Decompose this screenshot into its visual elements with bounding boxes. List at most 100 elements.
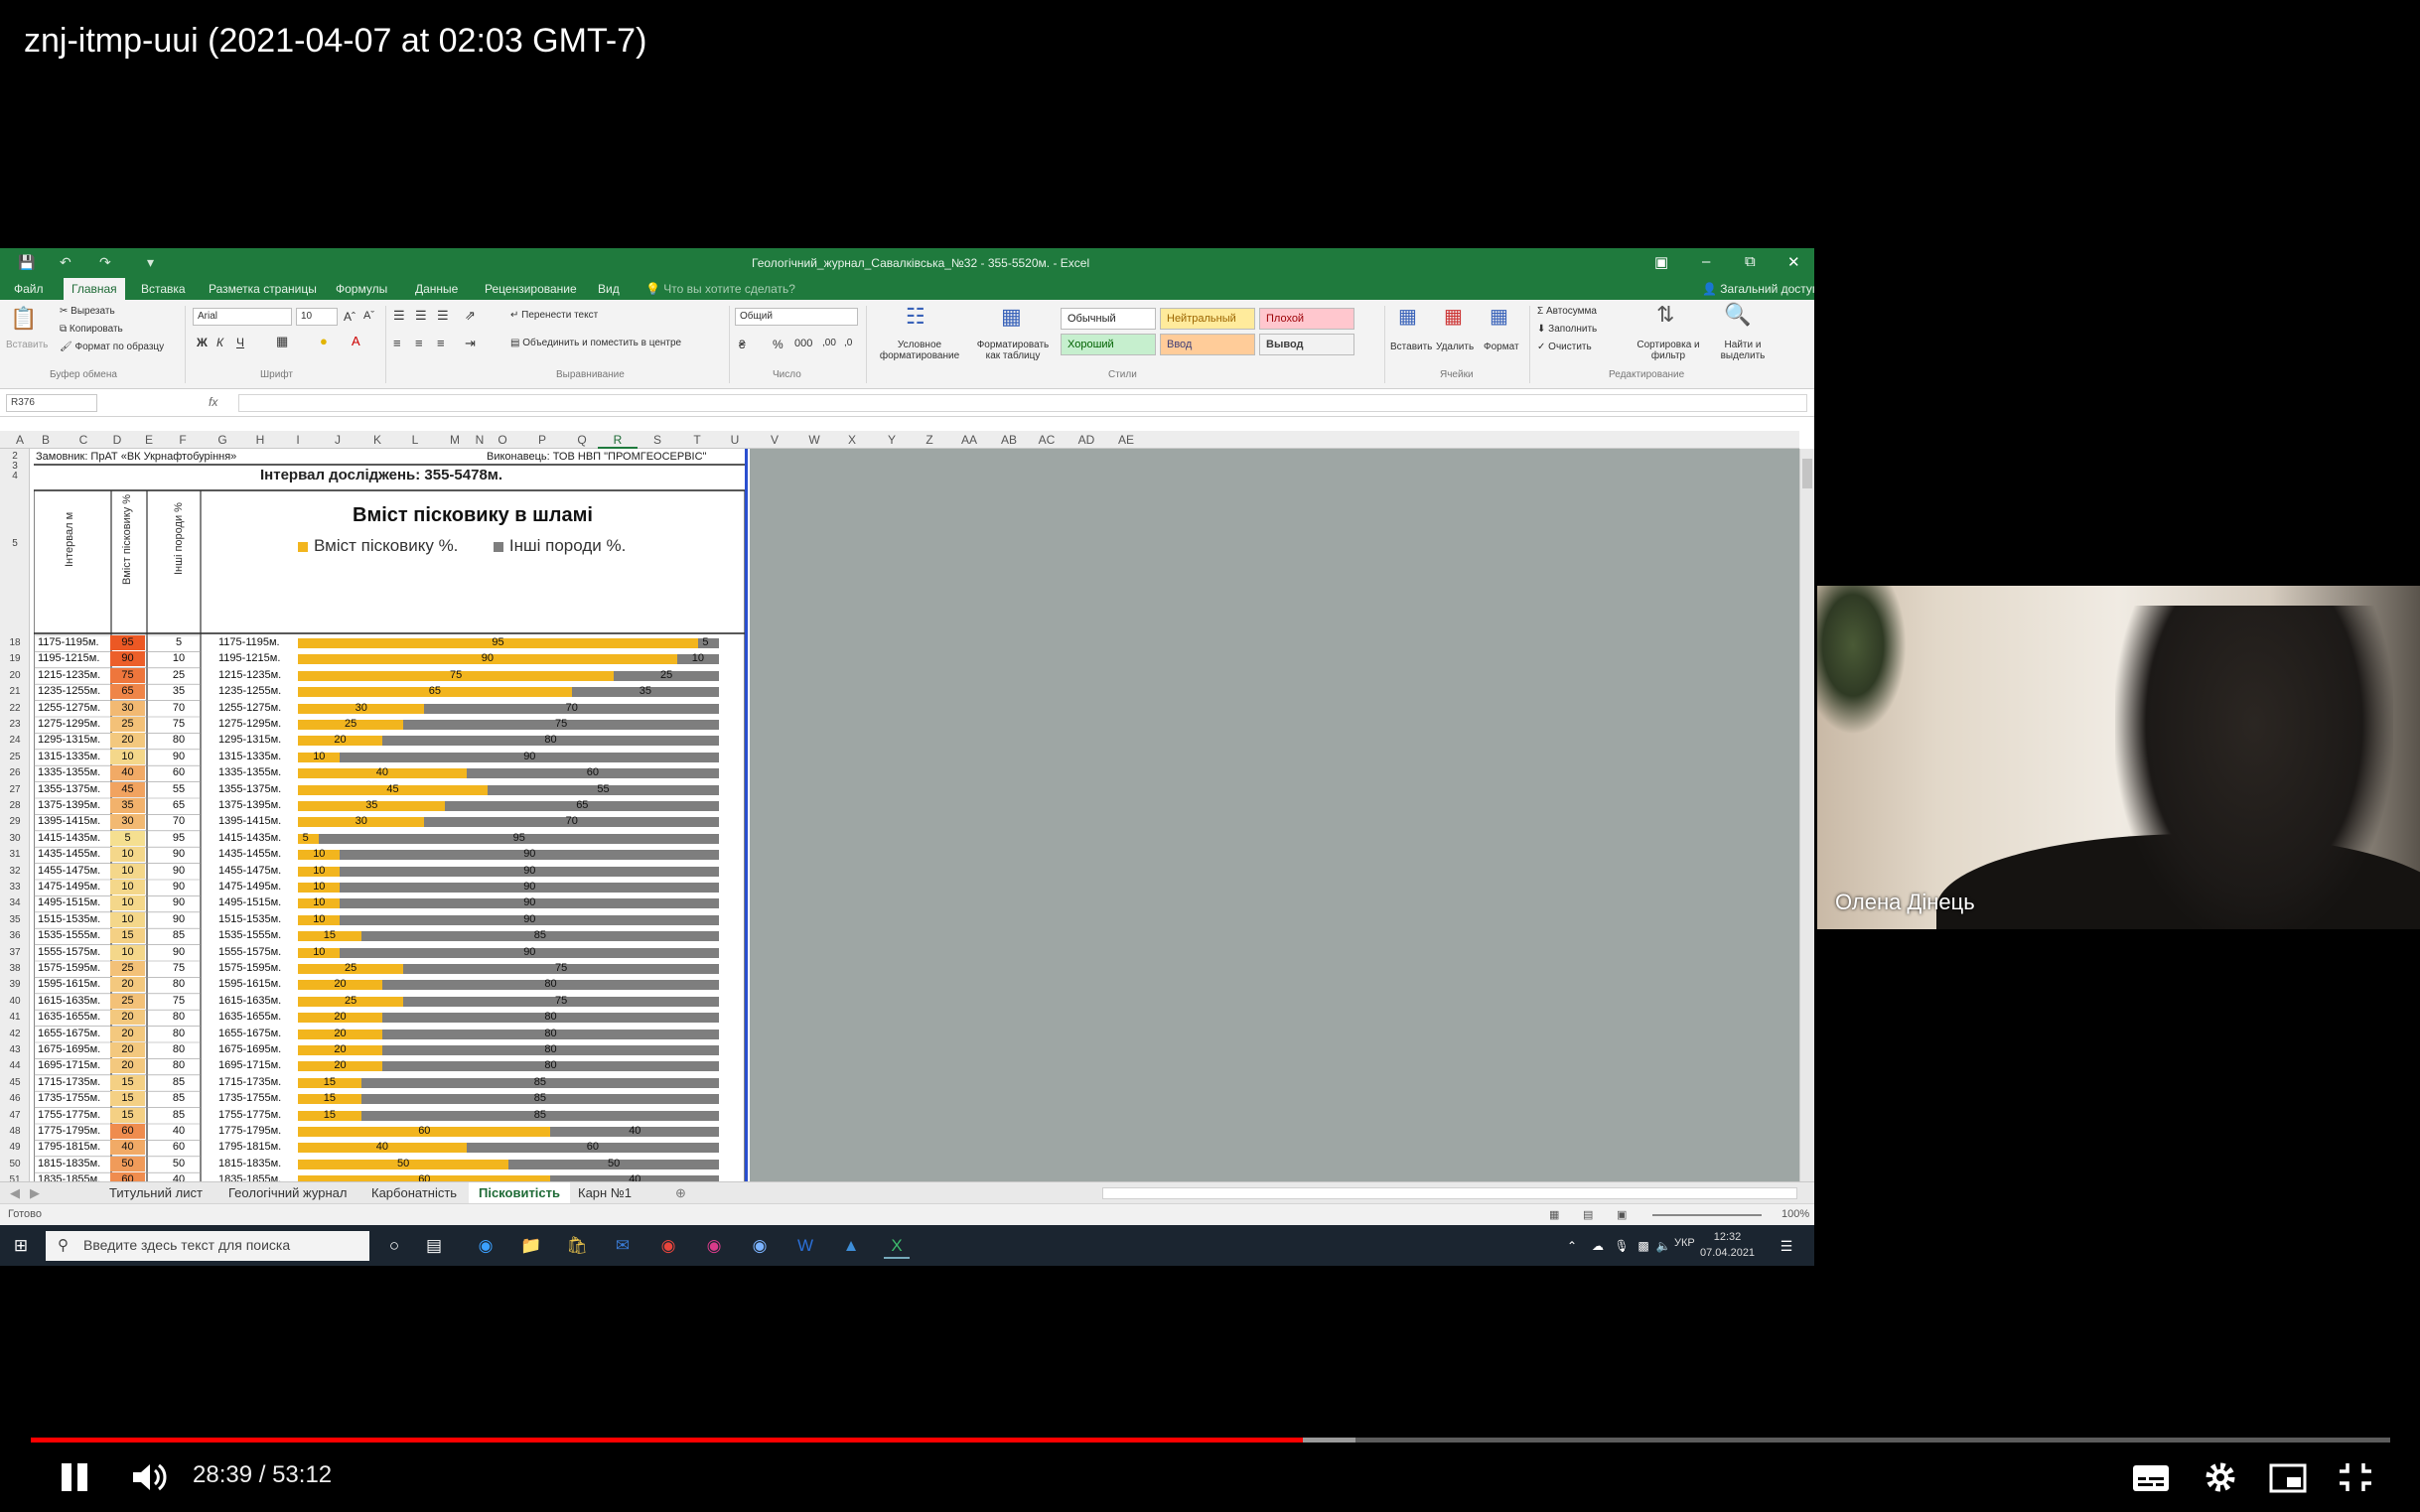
save-icon[interactable]: 💾 [18,254,35,271]
copy-button[interactable]: ⧉ Копировать [60,324,123,335]
fill-button[interactable]: ⬇ Заполнить [1537,324,1597,335]
sand-percent-cell[interactable]: 10 [110,749,145,764]
conditional-format-icon[interactable]: ☷ [906,304,925,330]
style-bad[interactable]: Плохой [1259,308,1354,330]
other-percent-cell[interactable]: 25 [163,669,195,681]
column-header-i[interactable]: I [278,433,318,447]
decrease-decimal-icon[interactable]: ,0 [844,338,852,348]
notifications-icon[interactable]: ☰ [1774,1233,1799,1259]
view-pagebreak-icon[interactable]: ▣ [1617,1208,1627,1221]
vertical-scrollbar[interactable] [1799,449,1814,1181]
indent-icon[interactable]: ⇥ [465,336,476,351]
name-box[interactable]: R376 [6,394,97,412]
align-right-icon[interactable]: ≡ [437,336,445,350]
sheet-tab-karn[interactable]: Карн №1 [578,1185,632,1200]
align-center-icon[interactable]: ≡ [415,336,423,350]
tell-me-box[interactable]: 💡 Что вы хотите сделать? [645,282,795,296]
column-header-o[interactable]: O [483,433,522,447]
row-header[interactable]: 24 [0,735,30,746]
horizontal-scrollbar[interactable] [1102,1187,1797,1199]
sand-percent-cell[interactable]: 15 [110,1074,145,1090]
grow-font-icon[interactable]: Aˆ [344,310,356,324]
row-header[interactable]: 20 [0,670,30,681]
undo-icon[interactable]: ↶ [60,254,71,271]
tray-chevron-icon[interactable]: ⌃ [1559,1233,1585,1259]
delete-cells-icon[interactable]: ▦ [1444,304,1463,329]
underline-button[interactable]: Ч [236,336,244,349]
sand-percent-cell[interactable]: 25 [110,993,145,1009]
interval-cell[interactable]: 1695-1715м. [38,1059,100,1071]
exit-fullscreen-button[interactable] [2334,1457,2377,1497]
other-percent-cell[interactable]: 10 [163,652,195,664]
format-cells-icon[interactable]: ▦ [1490,304,1508,329]
file-explorer-icon[interactable]: 📁 [518,1233,544,1259]
format-cells-button[interactable]: Формат [1484,342,1519,352]
row-header[interactable]: 44 [0,1060,30,1071]
column-header-l[interactable]: L [395,433,435,447]
other-percent-cell[interactable]: 65 [163,799,195,811]
row-header[interactable]: 21 [0,686,30,697]
row-header[interactable]: 31 [0,849,30,860]
redo-icon[interactable]: ↷ [99,254,111,271]
conditional-format-button[interactable]: Условное форматирование [872,340,967,361]
other-percent-cell[interactable]: 90 [163,751,195,762]
windows-start-icon[interactable]: ⊞ [8,1233,34,1259]
column-header-f[interactable]: F [163,433,203,447]
row-header[interactable]: 47 [0,1110,30,1121]
sort-filter-icon[interactable]: ⇅ [1656,302,1674,328]
language-indicator[interactable]: УКР [1674,1237,1695,1249]
style-good[interactable]: Хороший [1061,334,1156,355]
sand-percent-cell[interactable]: 60 [110,1172,145,1181]
sand-percent-cell[interactable]: 10 [110,944,145,960]
sheet-grid[interactable]: 2 3 4 5 18 19 20 21 22 23 24 25 26 27 28 29 30 31 32 33 34 35… [0,449,750,1181]
close-icon[interactable]: ✕ [1787,253,1800,271]
view-layout-icon[interactable]: ▤ [1583,1208,1593,1221]
store-icon[interactable]: 🛍 [564,1233,590,1259]
column-header-ac[interactable]: AC [1027,433,1067,447]
other-percent-cell[interactable]: 80 [163,1043,195,1055]
italic-button[interactable]: К [216,336,223,349]
word-icon[interactable]: W [792,1233,818,1259]
sand-percent-cell[interactable]: 50 [110,1156,145,1171]
task-view-icon[interactable]: ▤ [421,1233,447,1259]
align-middle-icon[interactable]: ☰ [415,308,427,324]
sand-percent-cell[interactable]: 60 [110,1124,145,1139]
interval-cell[interactable]: 1835-1855м. [38,1173,100,1181]
photos-icon[interactable]: ▲ [838,1233,864,1259]
interval-cell[interactable]: 1815-1835м. [38,1158,100,1169]
row-header[interactable]: 32 [0,866,30,877]
interval-cell[interactable]: 1575-1595м. [38,962,100,974]
other-percent-cell[interactable]: 90 [163,848,195,860]
row-header[interactable]: 36 [0,930,30,941]
sand-percent-cell[interactable]: 10 [110,895,145,911]
column-header-j[interactable]: J [318,433,357,447]
font-name-select[interactable]: Arial [193,308,292,326]
borders-icon[interactable]: ▦ [276,334,288,349]
other-percent-cell[interactable]: 80 [163,1059,195,1071]
row-header[interactable]: 51 [0,1174,30,1181]
row-header[interactable]: 33 [0,882,30,893]
volume-button[interactable] [129,1459,173,1495]
other-percent-cell[interactable]: 90 [163,946,195,958]
column-header-v[interactable]: V [755,433,794,447]
row-header[interactable]: 28 [0,800,30,811]
other-percent-cell[interactable]: 60 [163,1141,195,1153]
tab-scroll-left-icon[interactable]: ◀ [10,1185,20,1201]
sand-percent-cell[interactable]: 10 [110,880,145,894]
zoom-level[interactable]: 100% [1781,1208,1809,1220]
increase-decimal-icon[interactable]: ,00 [822,338,836,348]
column-header-s[interactable]: S [638,433,677,447]
sand-percent-cell[interactable]: 25 [110,717,145,732]
interval-cell[interactable]: 1775-1795м. [38,1125,100,1137]
row-header[interactable]: 38 [0,963,30,974]
other-percent-cell[interactable]: 80 [163,734,195,746]
merge-center-button[interactable]: ▤ Объединить и поместить в центре [510,338,681,348]
other-percent-cell[interactable]: 90 [163,896,195,908]
sheet-tab-title[interactable]: Титульний лист [109,1185,203,1200]
interval-cell[interactable]: 1175-1195м. [38,636,99,648]
other-percent-cell[interactable]: 40 [163,1173,195,1181]
interval-cell[interactable]: 1655-1675м. [38,1028,100,1039]
sand-percent-cell[interactable]: 20 [110,1010,145,1026]
chrome-icon[interactable]: ◉ [655,1233,681,1259]
row-header[interactable]: 29 [0,816,30,827]
